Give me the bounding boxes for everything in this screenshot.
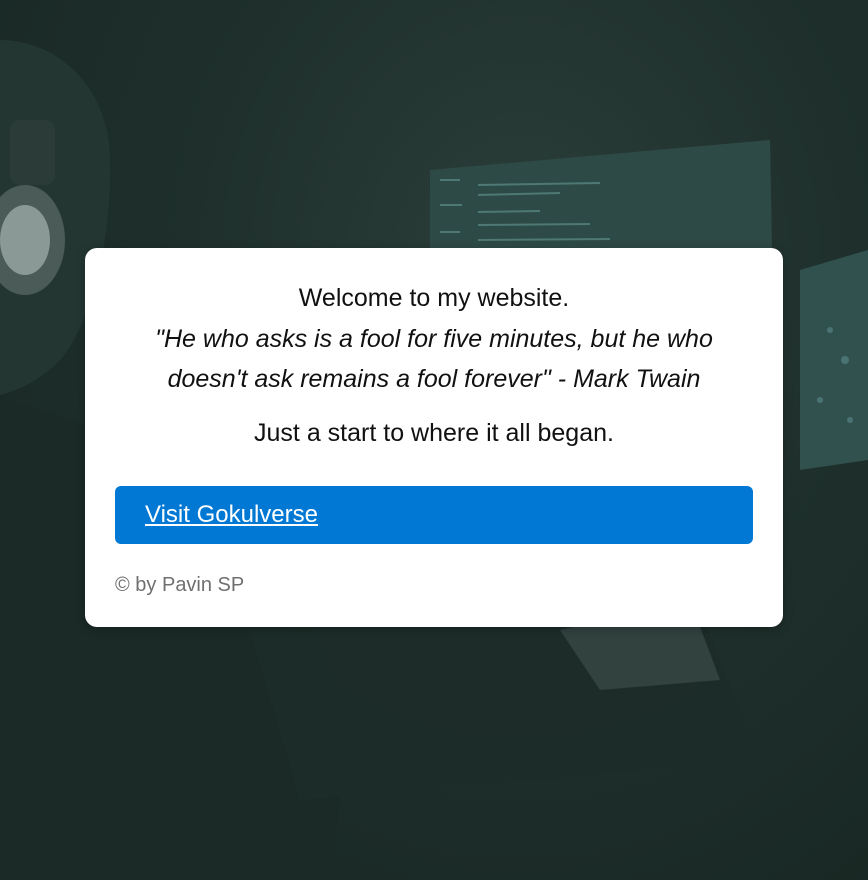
copyright-footer: © by Pavin SP (115, 574, 245, 596)
visit-gokulverse-button[interactable]: Visit Gokulverse (115, 486, 753, 544)
subtitle-text: Just a start to where it all began. (254, 419, 614, 447)
welcome-heading: Welcome to my website. (298, 284, 570, 312)
monitor-right (800, 250, 868, 470)
quote-text: "He who asks is a fool for five minutes,… (155, 325, 713, 393)
welcome-card: Welcome to my website. "He who asks is a… (85, 248, 783, 627)
